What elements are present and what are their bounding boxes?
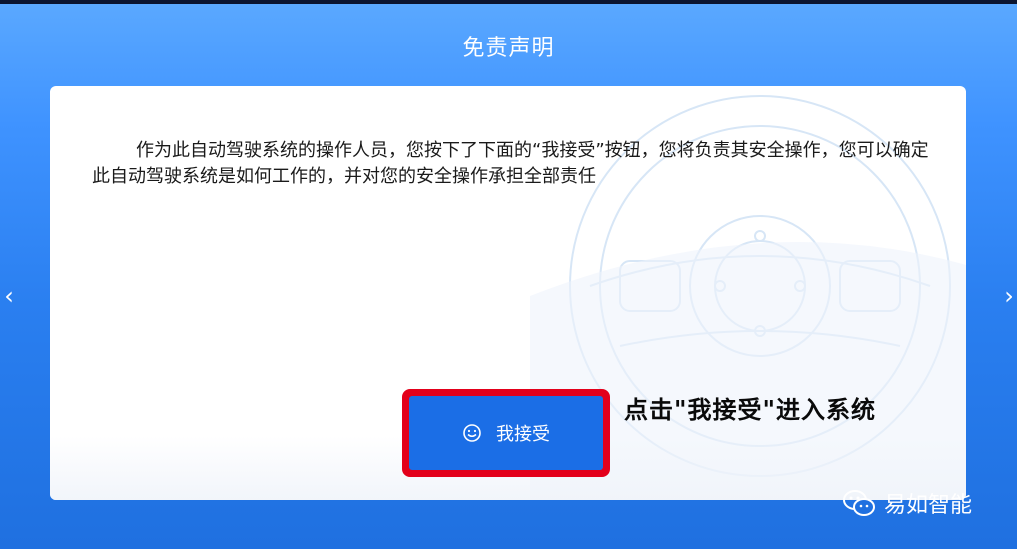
disclaimer-text: 作为此自动驾驶系统的操作人员，您按下了下面的“我接受”按钮，您将负责其安全操作，… [92,140,929,187]
chevron-left-icon[interactable]: ‹ [0,282,18,310]
accept-button-label: 我接受 [496,424,550,445]
annotation-text: 点击"我接受"进入系统 [624,395,877,424]
watermark-text: 易如智能 [884,493,973,518]
smile-icon [463,424,481,442]
chevron-right-icon[interactable]: › [1000,282,1017,310]
wechat-icon [843,490,875,516]
dialog-title: 免责声明 [462,36,555,61]
watermark: 易如智能 [842,487,972,519]
accept-button[interactable]: 我接受 [409,396,603,470]
